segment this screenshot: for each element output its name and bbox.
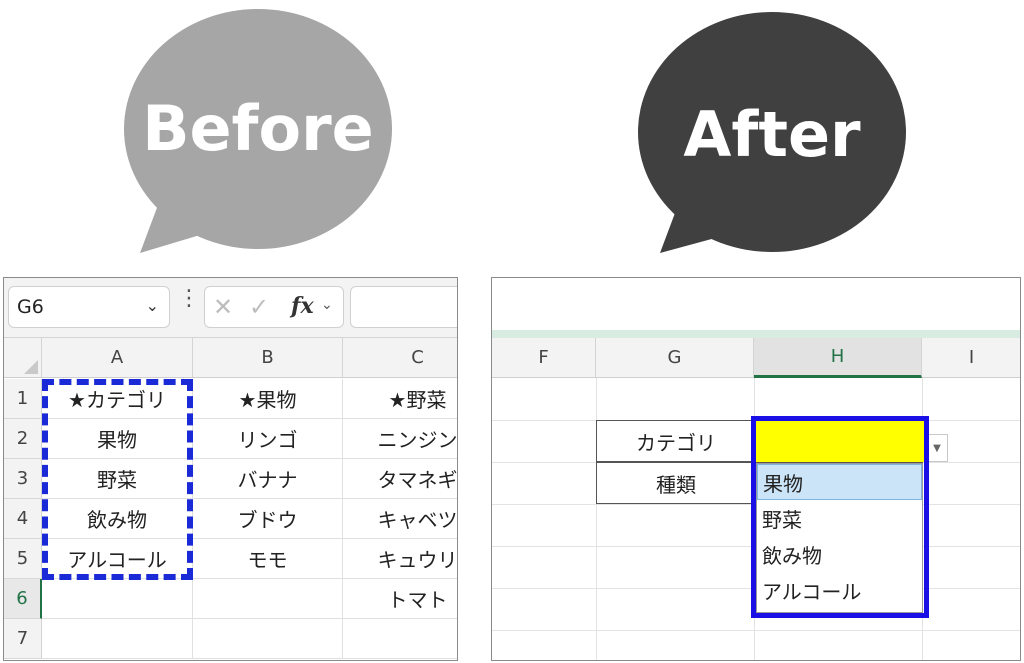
row-header-3[interactable]: 3	[4, 459, 42, 499]
dropdown-option-alcohol[interactable]: アルコール	[757, 572, 922, 608]
grid-line	[492, 630, 1020, 631]
cell-a2[interactable]: 果物	[42, 419, 193, 459]
category-input-cell[interactable]	[756, 420, 924, 462]
dropdown-option-vegetable[interactable]: 野菜	[757, 500, 922, 536]
type-label-cell[interactable]: 種類	[596, 462, 756, 504]
column-header-c[interactable]: C	[343, 338, 457, 378]
after-label: After	[683, 98, 861, 171]
cell-b3[interactable]: バナナ	[193, 459, 343, 499]
row-header-7[interactable]: 7	[4, 619, 42, 659]
cell-b7[interactable]	[193, 619, 343, 659]
cell-a7[interactable]	[42, 619, 193, 659]
column-header-h[interactable]: H	[754, 338, 922, 378]
row-header-4[interactable]: 4	[4, 499, 42, 539]
cell-a3[interactable]: 野菜	[42, 459, 193, 499]
cell-c3[interactable]: タマネギ	[343, 459, 457, 499]
cell-c1[interactable]: ★野菜	[343, 379, 457, 419]
column-header-i[interactable]: I	[922, 338, 1020, 378]
cell-c2[interactable]: ニンジン	[343, 419, 457, 459]
after-spreadsheet: F G H I カテゴリ 種類 ▼ 果物 野菜 飲み物 アルコール	[491, 277, 1021, 661]
column-header-g[interactable]: G	[596, 338, 754, 378]
formula-bar: G6 ⌄ ⋮ ✕ ✓ fx ⌄	[4, 278, 457, 338]
insert-function-icon[interactable]: fx	[291, 293, 314, 319]
chevron-down-icon[interactable]: ⌄	[321, 297, 333, 313]
before-spreadsheet: G6 ⌄ ⋮ ✕ ✓ fx ⌄ A B C 1 2 3 4 5 6 7 ★カテゴ…	[3, 277, 458, 661]
ribbon-strip	[492, 330, 1020, 338]
before-label: Before	[142, 92, 374, 165]
formula-buttons: ✕ ✓ fx ⌄	[204, 286, 344, 328]
cell-b4[interactable]: ブドウ	[193, 499, 343, 539]
cell-b1[interactable]: ★果物	[193, 379, 343, 419]
cell-c6[interactable]: トマト	[343, 579, 457, 619]
category-label-cell[interactable]: カテゴリ	[596, 420, 756, 462]
dropdown-option-fruit[interactable]: 果物	[757, 464, 922, 500]
check-icon[interactable]: ✓	[249, 293, 269, 321]
vertical-dots-icon[interactable]: ⋮	[178, 288, 200, 310]
cell-c5[interactable]: キュウリ	[343, 539, 457, 579]
cell-c4[interactable]: キャベツ	[343, 499, 457, 539]
dropdown-arrow-icon[interactable]: ▼	[926, 434, 948, 462]
cell-b5[interactable]: モモ	[193, 539, 343, 579]
row-header-5[interactable]: 5	[4, 539, 42, 579]
cell-b6[interactable]	[193, 579, 343, 619]
select-all-corner[interactable]	[4, 338, 42, 378]
column-header-f[interactable]: F	[492, 338, 596, 378]
cell-a4[interactable]: 飲み物	[42, 499, 193, 539]
column-header-b[interactable]: B	[193, 338, 343, 378]
column-header-a[interactable]: A	[42, 338, 193, 378]
name-box[interactable]: G6 ⌄	[8, 286, 170, 328]
dropdown-option-drink[interactable]: 飲み物	[757, 536, 922, 572]
chevron-down-icon[interactable]: ⌄	[146, 296, 159, 315]
dropdown-list: 果物 野菜 飲み物 アルコール	[756, 463, 923, 613]
cell-a6[interactable]	[42, 579, 193, 619]
cell-a1[interactable]: ★カテゴリ	[42, 379, 193, 419]
row-header-2[interactable]: 2	[4, 419, 42, 459]
formula-input[interactable]	[350, 286, 457, 328]
row-header-6[interactable]: 6	[4, 579, 42, 619]
cell-a5[interactable]: アルコール	[42, 539, 193, 579]
row-header-1[interactable]: 1	[4, 379, 42, 419]
formula-bar-area	[492, 278, 1020, 330]
cancel-icon[interactable]: ✕	[213, 293, 233, 321]
name-box-value: G6	[17, 296, 44, 318]
cell-c7[interactable]	[343, 619, 457, 659]
cell-b2[interactable]: リンゴ	[193, 419, 343, 459]
